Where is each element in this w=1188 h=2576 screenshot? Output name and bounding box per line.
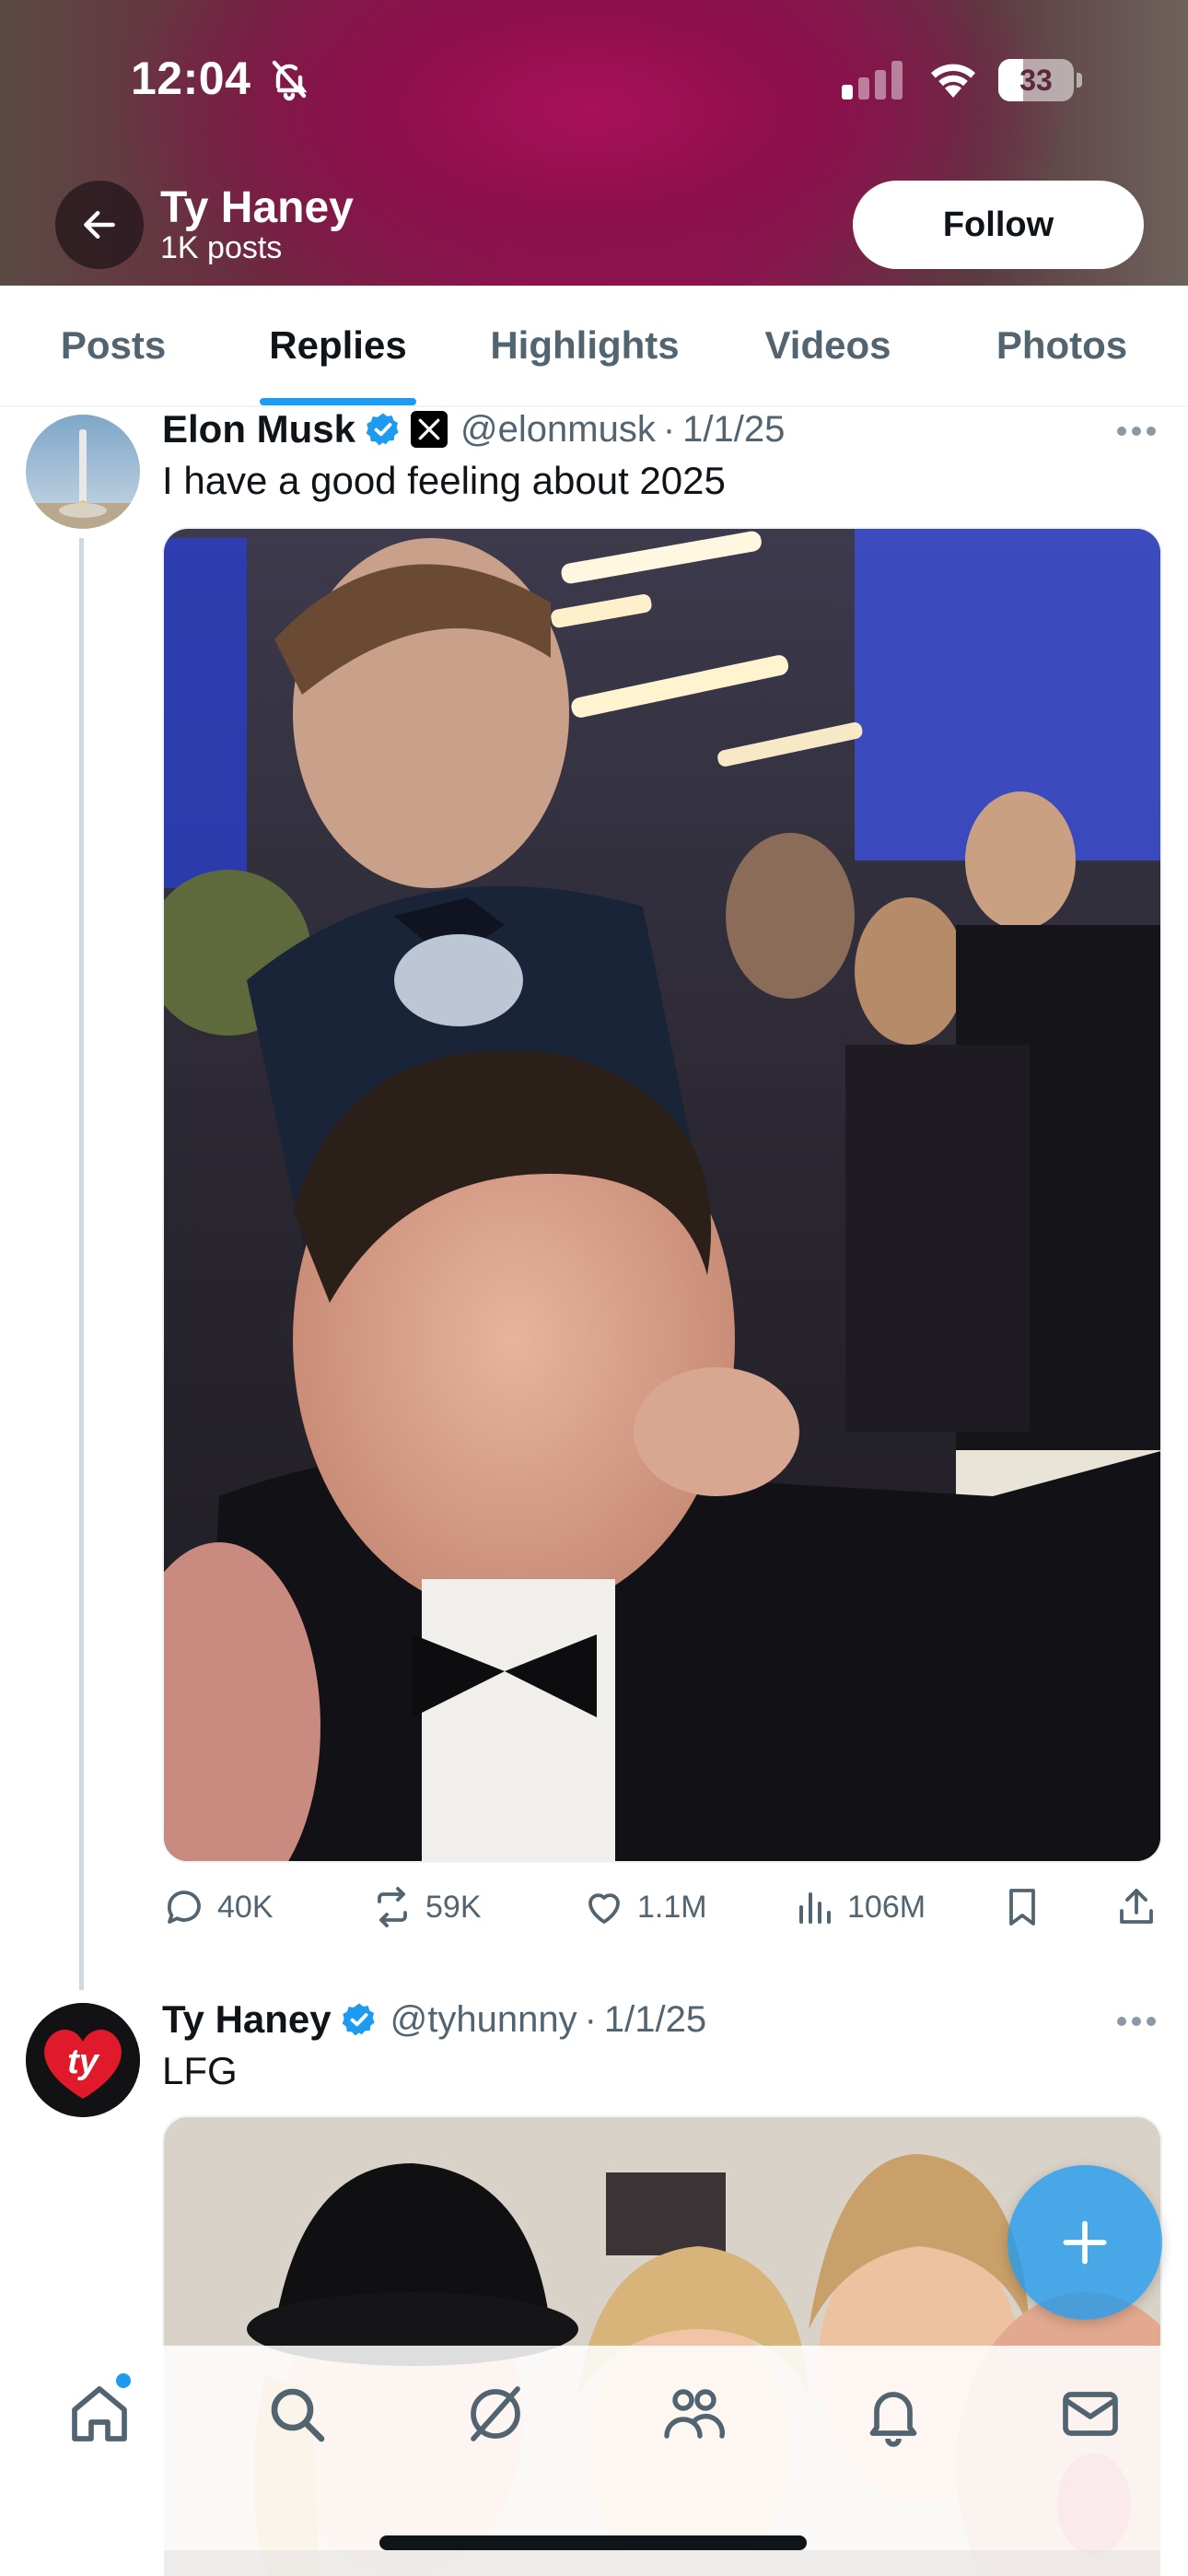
avatar[interactable]: ty bbox=[26, 2003, 140, 2117]
signal-icon bbox=[842, 61, 903, 100]
post-actions: 40K 59K 1.1M 106M bbox=[162, 1879, 1166, 1935]
back-arrow-icon bbox=[84, 210, 115, 240]
tab-replies[interactable]: Replies bbox=[245, 286, 431, 405]
post-author[interactable]: Elon Musk bbox=[162, 407, 355, 451]
post-image[interactable] bbox=[162, 527, 1162, 1863]
status-bar: 12:04 33 bbox=[0, 0, 1188, 162]
post-header: Ty Haney @tyhunnny · 1/1/25 bbox=[162, 1994, 706, 2045]
repost-count: 59K bbox=[425, 1889, 482, 1925]
thread-line bbox=[79, 538, 84, 1990]
reply-count: 40K bbox=[217, 1889, 274, 1925]
share-button[interactable] bbox=[1114, 1879, 1170, 1935]
communities-icon[interactable] bbox=[661, 2381, 728, 2447]
bookmark-icon bbox=[1009, 1889, 1035, 1926]
post-separator: · bbox=[662, 408, 676, 450]
battery-level: 33 bbox=[1019, 64, 1053, 97]
verified-badge-icon bbox=[366, 413, 399, 446]
svg-text:ty: ty bbox=[67, 2043, 100, 2081]
bell-off-icon bbox=[272, 60, 308, 101]
grok-icon[interactable] bbox=[462, 2381, 529, 2447]
like-button[interactable]: 1.1M bbox=[582, 1879, 707, 1935]
reply-button[interactable]: 40K bbox=[162, 1879, 274, 1935]
views-count: 106M bbox=[847, 1889, 926, 1925]
reply-icon bbox=[168, 1891, 201, 1924]
battery-icon: 33 bbox=[998, 59, 1083, 101]
home-icon[interactable] bbox=[66, 2381, 133, 2447]
post-author[interactable]: Ty Haney bbox=[162, 1997, 332, 2042]
tab-highlights[interactable]: Highlights bbox=[477, 286, 693, 405]
profile-header: 12:04 33 Ty Haney 1K posts Follow bbox=[0, 0, 1188, 286]
notifications-icon[interactable] bbox=[860, 2381, 926, 2447]
plus-icon bbox=[1063, 2220, 1107, 2265]
avatar[interactable] bbox=[26, 415, 140, 529]
follow-button[interactable]: Follow bbox=[853, 181, 1144, 269]
views-button[interactable]: 106M bbox=[792, 1879, 926, 1935]
share-icon bbox=[1120, 1889, 1153, 1924]
repost-button[interactable]: 59K bbox=[370, 1879, 482, 1935]
profile-name: Ty Haney bbox=[160, 183, 354, 232]
messages-icon[interactable] bbox=[1057, 2381, 1124, 2447]
home-notification-dot bbox=[116, 2373, 131, 2388]
like-icon bbox=[588, 1893, 620, 1924]
home-indicator bbox=[379, 2535, 807, 2550]
post-handle: @elonmusk bbox=[460, 408, 656, 450]
profile-post-count: 1K posts bbox=[160, 230, 283, 265]
tab-videos[interactable]: Videos bbox=[744, 286, 912, 405]
x-affiliate-badge-icon bbox=[411, 411, 448, 448]
search-icon[interactable] bbox=[263, 2381, 330, 2447]
post-text: LFG bbox=[162, 2049, 238, 2092]
post-date: 1/1/25 bbox=[603, 1998, 707, 2040]
post-text: I have a good feeling about 2025 bbox=[162, 459, 726, 502]
views-icon bbox=[799, 1892, 831, 1924]
back-button[interactable] bbox=[55, 181, 144, 269]
more-options-icon[interactable] bbox=[1116, 2016, 1157, 2027]
post-separator: · bbox=[584, 1998, 597, 2040]
repost-icon bbox=[378, 1887, 407, 1927]
profile-tabs: Posts Replies Highlights Videos Photos bbox=[0, 286, 1188, 407]
compose-button[interactable] bbox=[1007, 2165, 1162, 2320]
post-handle: @tyhunnny bbox=[390, 1998, 577, 2040]
like-count: 1.1M bbox=[637, 1889, 707, 1925]
verified-badge-icon bbox=[342, 2003, 375, 2036]
bookmark-button[interactable] bbox=[1000, 1879, 1055, 1935]
post-date: 1/1/25 bbox=[682, 408, 786, 450]
more-options-icon[interactable] bbox=[1116, 426, 1157, 437]
tab-posts[interactable]: Posts bbox=[37, 286, 190, 405]
wifi-icon bbox=[931, 64, 975, 98]
tab-photos[interactable]: Photos bbox=[976, 286, 1147, 405]
status-time: 12:04 bbox=[131, 53, 251, 104]
post-header: Elon Musk @elonmusk · 1/1/25 bbox=[162, 404, 785, 455]
